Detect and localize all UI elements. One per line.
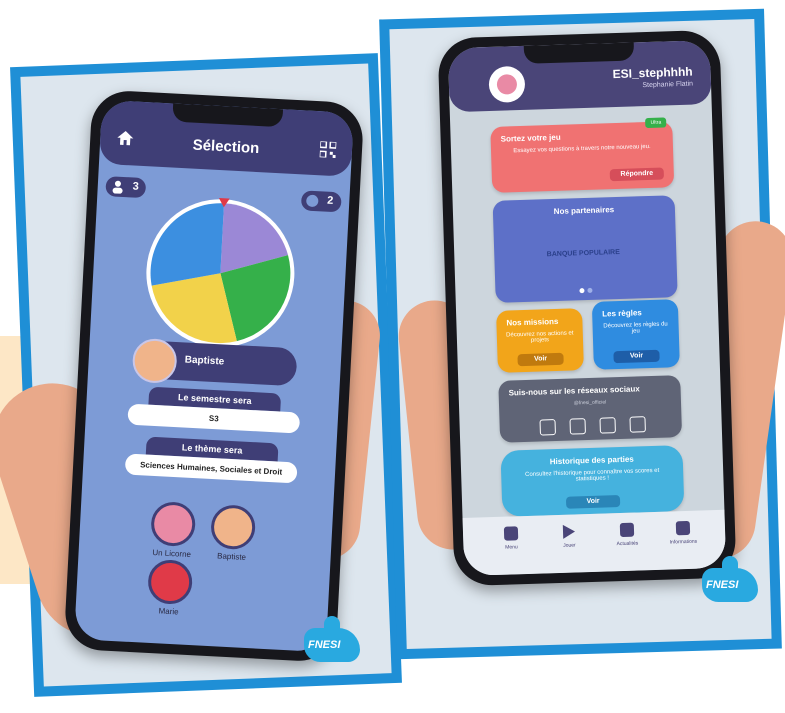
nav-label: Informations [669, 538, 698, 546]
nav-news[interactable]: Actualités [607, 522, 648, 547]
missions-button[interactable]: Voir [517, 352, 564, 367]
nav-info[interactable]: Informations [663, 520, 704, 546]
player-avatar [147, 558, 194, 606]
tiktok-icon[interactable] [569, 418, 586, 435]
players-count-badge: 3 [105, 176, 147, 199]
avatar[interactable] [488, 65, 526, 103]
missions-card: Nos missions Découvrez nos actions et pr… [496, 308, 584, 373]
fnesi-logo-text: FNESI [706, 579, 739, 591]
phone-right: ESI_stephhhh Stephanie Flatin Sortez vot… [437, 29, 737, 587]
history-button[interactable]: Voir [565, 495, 621, 509]
missions-text: Découvrez nos actions et projets [506, 330, 574, 344]
player-token[interactable]: Un Licorne [144, 500, 201, 560]
page-title: Sélection [192, 136, 260, 158]
nav-menu[interactable]: Menu [491, 526, 532, 551]
nav-label: Actualités [616, 540, 639, 548]
book-icon [675, 520, 691, 536]
selection-screen: Sélection 3 2 Baptiste Le semestre sera … [74, 99, 354, 653]
player-name: Un Licorne [152, 548, 192, 560]
player-avatar [150, 500, 197, 548]
carousel-dot[interactable] [579, 288, 585, 294]
nav-label: Jouer [563, 542, 576, 549]
semester-box: Le semestre sera S3 [127, 386, 301, 434]
rules-card: Les règles Découvrez les règles du jeu V… [591, 299, 680, 370]
player-name: Baptiste [216, 551, 247, 562]
nav-play[interactable]: Jouer [549, 524, 590, 549]
newspaper-icon [619, 522, 635, 538]
selected-player-avatar [131, 337, 178, 384]
challenge-tag: Ultra [645, 117, 667, 129]
coins-count: 2 [326, 194, 334, 207]
player-name: Marie [158, 606, 179, 617]
rules-button[interactable]: Voir [613, 349, 660, 364]
facebook-icon[interactable] [599, 417, 616, 434]
social-title: Suis-nous sur les réseaux sociaux [508, 384, 640, 398]
phone-left: Sélection 3 2 Baptiste Le semestre sera … [63, 89, 365, 663]
selected-player-banner: Baptiste [131, 337, 298, 387]
challenge-card: Sortez votre jeu Ultra Essayez vos quest… [490, 117, 675, 193]
coin-icon [305, 194, 319, 208]
history-title: Historique des parties [549, 454, 634, 467]
instagram-icon[interactable] [539, 419, 556, 436]
partners-card: Nos partenaires BANQUE POPULAIRE [492, 195, 678, 303]
coins-badge: 2 [300, 190, 342, 213]
players-count: 3 [132, 180, 140, 193]
missions-title: Nos missions [506, 316, 559, 328]
rules-text: Découvrez les règles du jeu [603, 321, 668, 335]
rules-title: Les règles [602, 308, 642, 319]
users-icon [112, 180, 123, 194]
carousel-dot[interactable] [587, 287, 593, 293]
history-card: Historique des parties Consultez l'histo… [500, 445, 685, 517]
spin-wheel[interactable] [142, 194, 300, 352]
player-token[interactable]: Marie [141, 558, 198, 618]
grid-icon [503, 526, 519, 541]
selected-player-name: Baptiste [184, 354, 225, 368]
player-avatar [209, 504, 257, 551]
bottom-navigation: Menu Jouer Actualités Informations [462, 509, 727, 576]
home-screen: ESI_stephhhh Stephanie Flatin Sortez vot… [447, 40, 727, 576]
player-token[interactable]: Baptiste [204, 504, 261, 563]
fnesi-logo-text: FNESI [308, 639, 341, 651]
fnesi-logo: FNESI [694, 552, 764, 612]
username: ESI_stephhhh [612, 64, 693, 82]
social-handle: @fnesi_officiel [573, 399, 607, 407]
qr-code-icon[interactable] [319, 141, 337, 159]
linkedin-icon[interactable] [629, 416, 646, 433]
partner-logo[interactable]: BANQUE POPULAIRE [538, 241, 629, 268]
challenge-title: Sortez votre jeu [500, 132, 561, 144]
theme-box: Le thème sera Sciences Humaines, Sociale… [124, 436, 299, 484]
challenge-text: Essayez vos questions à travers notre no… [513, 143, 651, 155]
real-name: Stephanie Flatin [642, 80, 694, 90]
social-card: Suis-nous sur les réseaux sociaux @fnesi… [498, 375, 683, 443]
play-icon [562, 524, 576, 539]
partners-title: Nos partenaires [553, 205, 615, 216]
history-text: Consultez l'historique pour connaître vo… [525, 467, 660, 483]
nav-label: Menu [505, 544, 518, 551]
answer-button[interactable]: Répondre [609, 167, 665, 182]
fnesi-logo: FNESI [296, 612, 366, 672]
